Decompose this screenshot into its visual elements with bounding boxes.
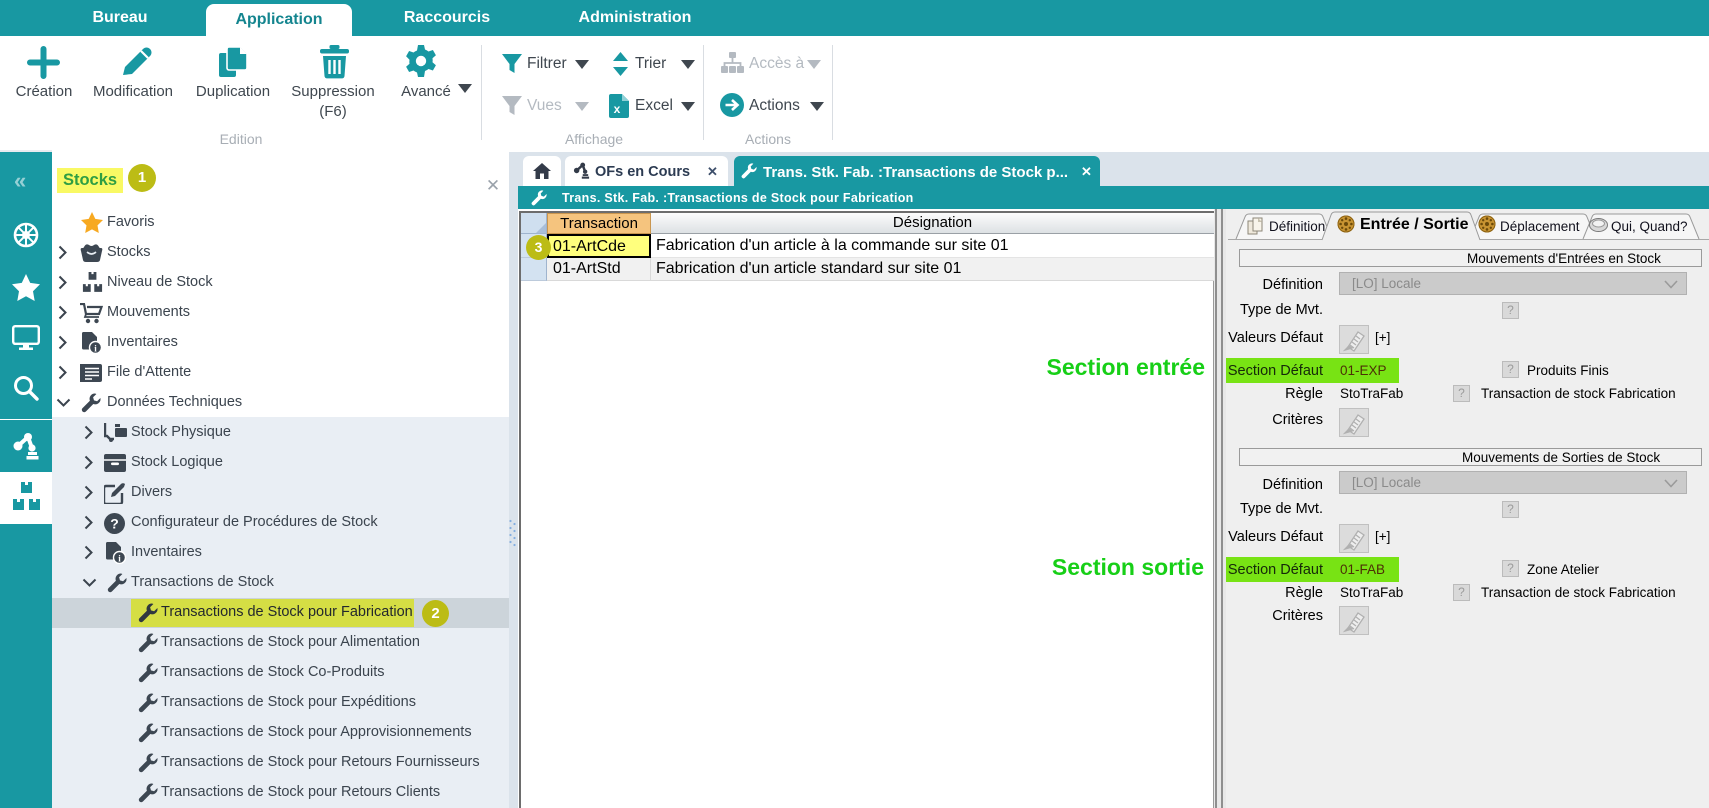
- svg-text:x: x: [614, 102, 621, 116]
- svg-text:?: ?: [110, 516, 119, 532]
